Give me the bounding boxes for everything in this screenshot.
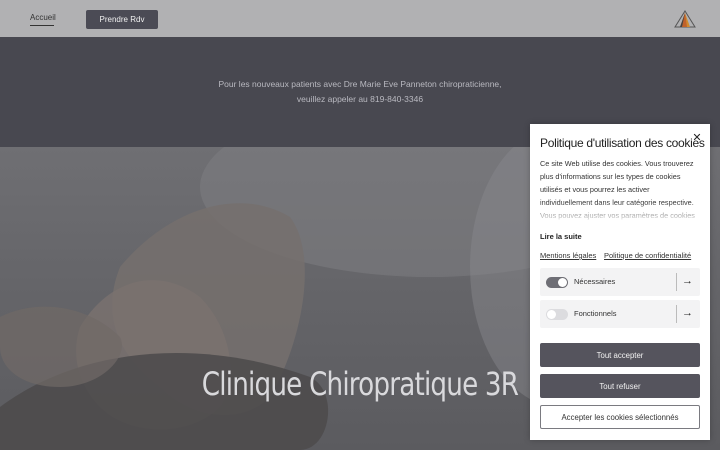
functional-toggle[interactable]: [546, 309, 568, 320]
divider: [676, 305, 677, 323]
book-appointment-button[interactable]: Prendre Rdv: [86, 10, 158, 29]
arrow-right-icon[interactable]: →: [682, 306, 693, 320]
close-icon[interactable]: ✕: [691, 132, 703, 144]
toggle-knob: [558, 278, 567, 287]
arrow-right-icon[interactable]: →: [682, 274, 693, 288]
cookie-category-functional[interactable]: Fonctionnels →: [540, 300, 700, 328]
necessary-toggle[interactable]: [546, 277, 568, 288]
read-more-link[interactable]: Lire la suite: [540, 232, 582, 241]
refuse-all-button[interactable]: Tout refuser: [540, 374, 700, 398]
cookie-panel-title: Politique d'utilisation des cookies: [540, 136, 705, 150]
active-nav-underline: [30, 25, 54, 26]
banner-text-line-2: veuillez appeler au 819-840-3346: [296, 94, 424, 104]
privacy-policy-link[interactable]: Politique de confidentialité: [604, 251, 691, 260]
cookie-consent-panel: Politique d'utilisation des cookies ✕ Ce…: [530, 124, 710, 440]
triangle-logo-icon[interactable]: [674, 10, 696, 28]
divider: [676, 273, 677, 291]
accept-all-button[interactable]: Tout accepter: [540, 343, 700, 367]
cookie-category-necessary[interactable]: Nécessaires →: [540, 268, 700, 296]
site-header: Accueil Prendre Rdv: [0, 0, 720, 37]
category-label: Nécessaires: [574, 277, 616, 286]
text-fade-overlay: [540, 202, 702, 222]
legal-notice-link[interactable]: Mentions légales: [540, 251, 596, 260]
toggle-knob: [547, 310, 556, 319]
accept-selected-button[interactable]: Accepter les cookies sélectionnés: [540, 405, 700, 429]
category-label: Fonctionnels: [574, 309, 617, 318]
banner-text-line-1: Pour les nouveaux patients avec Dre Mari…: [218, 79, 502, 89]
nav-link-home[interactable]: Accueil: [30, 13, 56, 22]
